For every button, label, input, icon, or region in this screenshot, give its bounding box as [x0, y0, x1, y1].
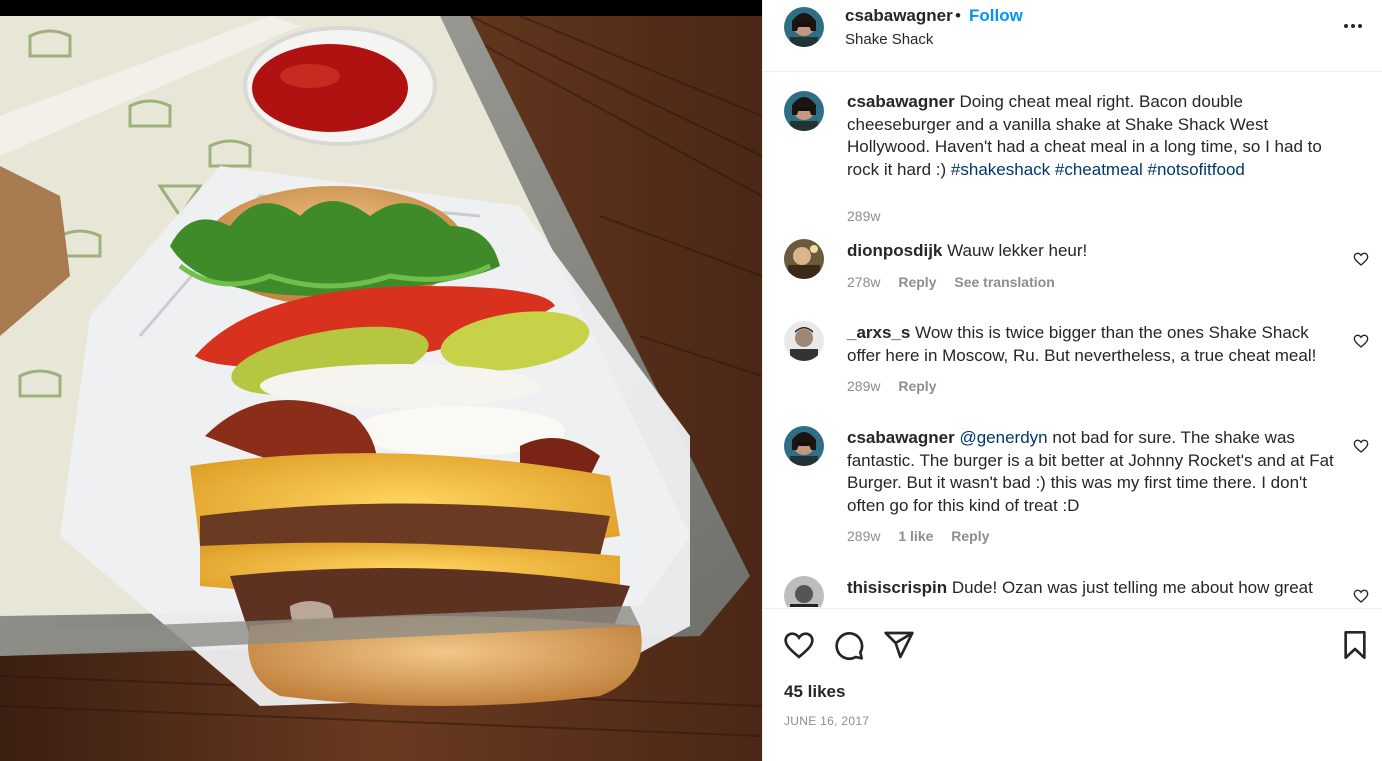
like-comment-heart-icon[interactable] [1353, 251, 1369, 267]
post-side-panel: csabawagner • Follow Shake Shack csabawa… [762, 0, 1382, 761]
more-horizontal-icon[interactable] [1341, 14, 1365, 38]
share-send-icon[interactable] [883, 629, 915, 661]
comment-body: Wauw lekker heur! [947, 241, 1088, 260]
author-avatar[interactable] [784, 91, 824, 131]
comment-meta: 289w Reply [847, 378, 950, 394]
like-comment-heart-icon[interactable] [1353, 588, 1369, 604]
comment-text: csabawagner @generdyn not bad for sure. … [847, 427, 1347, 517]
comment-text: _arxs_s Wow this is twice bigger than th… [847, 322, 1347, 367]
save-bookmark-icon[interactable] [1339, 629, 1371, 661]
follow-button[interactable]: Follow [969, 6, 1023, 26]
see-translation-button[interactable]: See translation [954, 274, 1054, 290]
comment-age[interactable]: 278w [847, 274, 880, 290]
caption-text: csabawagner Doing cheat meal right. Baco… [847, 91, 1347, 181]
post-actions: 45 likes JUNE 16, 2017 [763, 608, 1382, 761]
comment-username[interactable]: csabawagner [847, 428, 955, 447]
hashtag-link[interactable]: #notsofitfood [1148, 160, 1245, 179]
reply-button[interactable]: Reply [898, 378, 936, 394]
hashtag-link[interactable]: #shakeshack [951, 160, 1050, 179]
comment-body: Wow this is twice bigger than the ones S… [847, 323, 1317, 365]
author-username[interactable]: csabawagner [845, 6, 953, 26]
comment-body: Dude! Ozan was just telling me about how… [951, 578, 1313, 597]
mention-link[interactable]: @generdyn [959, 428, 1047, 447]
post-location[interactable]: Shake Shack [845, 31, 933, 48]
comment-meta: 289w 1 like Reply [847, 528, 1003, 544]
comment-username[interactable]: _arxs_s [847, 323, 910, 342]
like-comment-heart-icon[interactable] [1353, 333, 1369, 349]
comment-username[interactable]: dionposdijk [847, 241, 942, 260]
caption-age[interactable]: 289w [847, 208, 880, 224]
comment-text: thisiscrispin Dude! Ozan was just tellin… [847, 577, 1347, 600]
commenter-avatar[interactable] [784, 576, 824, 607]
comment-age[interactable]: 289w [847, 528, 880, 544]
commenter-avatar[interactable] [784, 239, 824, 279]
burger-image [0, 16, 762, 761]
reply-button[interactable]: Reply [898, 274, 936, 290]
likes-count[interactable]: 45 likes [784, 682, 845, 702]
comment-username[interactable]: thisiscrispin [847, 578, 947, 597]
comment-meta: 278w Reply See translation [847, 274, 1069, 290]
separator-dot: • [955, 6, 961, 25]
author-avatar[interactable] [784, 7, 824, 47]
post-photo[interactable] [0, 0, 762, 761]
commenter-avatar[interactable] [784, 426, 824, 466]
like-comment-heart-icon[interactable] [1353, 438, 1369, 454]
post-date[interactable]: JUNE 16, 2017 [784, 714, 869, 728]
caption-meta: 289w [847, 208, 894, 224]
comment-age[interactable]: 289w [847, 378, 880, 394]
reply-button[interactable]: Reply [951, 528, 989, 544]
comments-list[interactable]: csabawagner Doing cheat meal right. Baco… [763, 73, 1382, 607]
comment-likes-count[interactable]: 1 like [898, 528, 933, 544]
post-header: csabawagner • Follow Shake Shack [763, 0, 1382, 72]
caption-username[interactable]: csabawagner [847, 92, 955, 111]
comment-text: dionposdijk Wauw lekker heur! [847, 240, 1347, 263]
commenter-avatar[interactable] [784, 321, 824, 361]
comment-bubble-icon[interactable] [833, 629, 865, 661]
like-heart-icon[interactable] [783, 629, 815, 661]
instagram-post-modal: csabawagner • Follow Shake Shack csabawa… [0, 0, 1382, 761]
hashtag-link[interactable]: #cheatmeal [1055, 160, 1143, 179]
